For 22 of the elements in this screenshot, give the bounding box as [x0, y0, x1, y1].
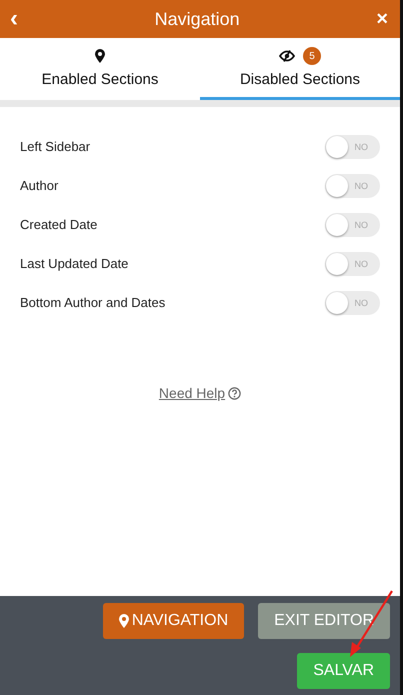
- window-title: Navigation: [154, 8, 240, 30]
- section-label: Left Sidebar: [20, 139, 90, 154]
- toggle-switch[interactable]: NO: [325, 134, 380, 158]
- toggle-switch[interactable]: NO: [325, 290, 380, 314]
- section-label: Last Updated Date: [20, 256, 128, 271]
- map-pin-icon: [118, 614, 129, 628]
- navigation-button[interactable]: NAVIGATION: [102, 603, 244, 639]
- back-button[interactable]: ‹: [10, 7, 18, 31]
- close-button[interactable]: ×: [376, 9, 388, 29]
- toggle-switch[interactable]: NO: [325, 174, 380, 198]
- section-label: Created Date: [20, 217, 98, 232]
- help-link[interactable]: Need Help: [158, 384, 242, 402]
- count-badge: 5: [303, 47, 321, 65]
- section-label: Author: [20, 178, 58, 193]
- help-icon: [228, 386, 242, 400]
- exit-editor-button[interactable]: EXIT EDITOR: [258, 603, 390, 639]
- section-label: Bottom Author and Dates: [20, 295, 166, 310]
- toggle-switch[interactable]: NO: [325, 252, 380, 276]
- eye-slash-icon: [279, 50, 295, 62]
- save-button[interactable]: SALVAR: [297, 653, 390, 689]
- map-pin-icon: [95, 49, 105, 63]
- toggle-switch[interactable]: NO: [325, 212, 380, 236]
